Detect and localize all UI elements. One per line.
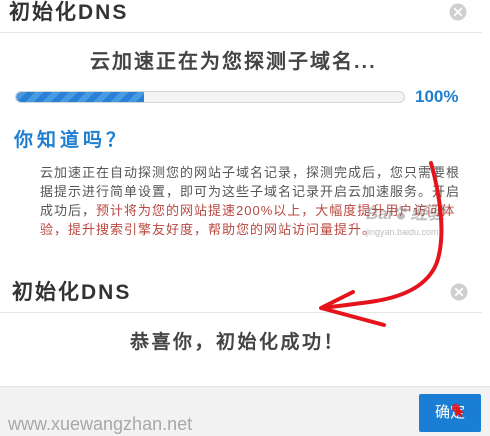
progress-percent: 100% <box>415 87 459 106</box>
watermark-site: jingyan.baidu.com <box>366 227 439 237</box>
dialog-title: 初始化DNS <box>12 281 132 304</box>
close-icon[interactable] <box>450 283 468 301</box>
tip-heading: 你知道吗？ <box>14 130 130 151</box>
site-watermark-text: www.xuewangzhan.net <box>8 414 193 434</box>
confirm-button[interactable]: 确定 <box>419 394 481 432</box>
watermark-brand-prefix: Bai <box>366 204 393 223</box>
baidu-jingyan-watermark: Bai 经验 jingyan.baidu.com <box>366 204 462 246</box>
progress-bar <box>15 91 405 103</box>
dialog-footer: www.xuewangzhan.net 确定 <box>0 386 490 436</box>
close-icon[interactable] <box>449 3 467 21</box>
watermark-brand-suffix: 经验 <box>410 204 445 223</box>
progress-fill <box>16 92 145 102</box>
title-divider <box>0 32 482 33</box>
watermark-brand: Bai 经验 <box>366 204 462 224</box>
title-divider <box>0 312 482 313</box>
success-message: 恭喜你，初始化成功！ <box>130 332 346 353</box>
screenshot-canvas: 初始化DNS 云加速正在为您探测子域名... 100% 你知道吗？ 云加速正在自… <box>0 0 490 436</box>
dialog-title: 初始化DNS <box>9 1 129 24</box>
detecting-status-text: 云加速正在为您探测子域名... <box>90 51 377 73</box>
paw-icon <box>395 205 408 220</box>
